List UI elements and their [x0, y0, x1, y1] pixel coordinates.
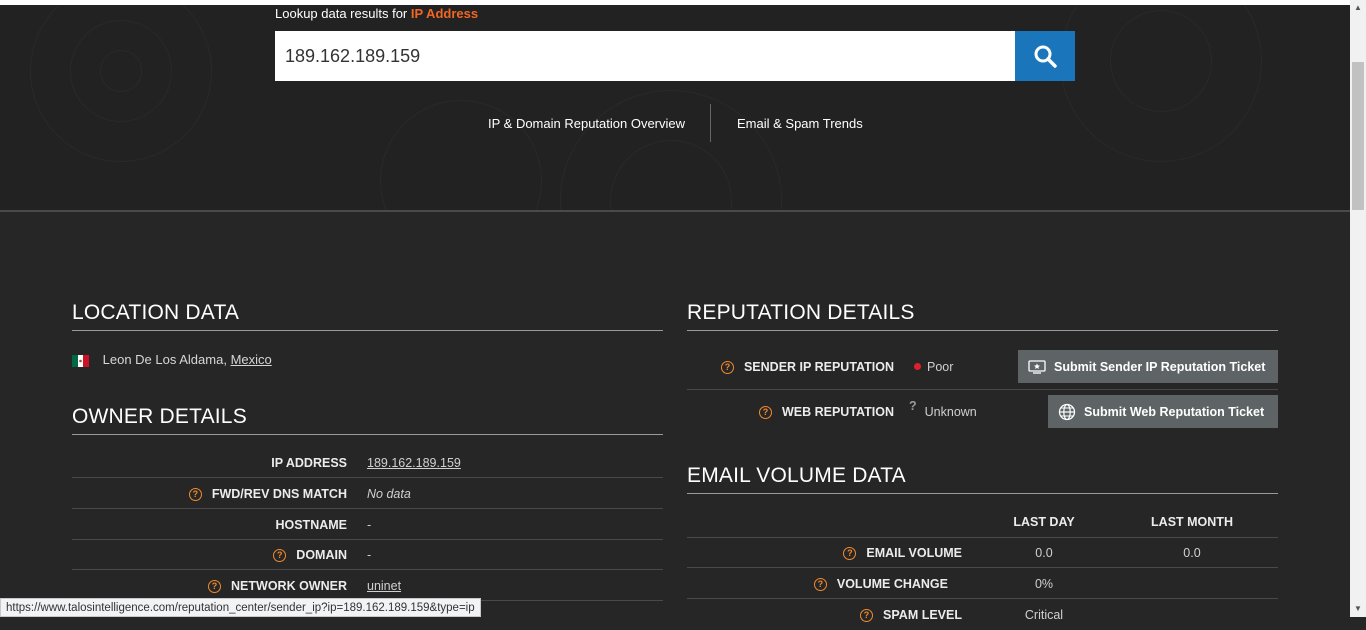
- email-row-volume: ? EMAIL VOLUME 0.0 0.0: [687, 538, 1278, 568]
- scroll-down-arrow-icon[interactable]: ▼: [1350, 601, 1366, 617]
- help-icon[interactable]: ?: [758, 406, 772, 419]
- sender-ip-value: Poor: [927, 360, 954, 374]
- owner-row-ip: IP ADDRESS 189.162.189.159: [72, 448, 663, 478]
- submit-web-ticket-label: Submit Web Reputation Ticket: [1084, 404, 1265, 419]
- owner-row-domain: ? DOMAIN -: [72, 540, 663, 570]
- nav-email-spam-trends[interactable]: Email & Spam Trends: [737, 116, 863, 131]
- submit-sender-ticket-button[interactable]: Submit Sender IP Reputation Ticket: [1018, 350, 1278, 383]
- owner-row-network-owner: ? NETWORK OWNER uninet: [72, 571, 663, 601]
- col-last-day: LAST DAY: [1013, 515, 1075, 529]
- help-icon[interactable]: ?: [188, 488, 202, 501]
- location-row: Leon De Los Aldama, Mexico: [72, 352, 272, 367]
- volume-change-last-day: 0%: [1034, 577, 1054, 591]
- volume-change-label: VOLUME CHANGE: [836, 577, 948, 591]
- scroll-up-arrow-icon[interactable]: ▲: [1350, 0, 1366, 16]
- owner-label-dns: FWD/REV DNS MATCH: [211, 487, 347, 501]
- search-input[interactable]: [275, 31, 1015, 81]
- email-volume-last-day: 0.0: [1035, 546, 1053, 560]
- owner-value-network[interactable]: uninet: [367, 579, 401, 593]
- ticket-icon: [1028, 359, 1046, 374]
- email-volume-label: EMAIL VOLUME: [866, 546, 962, 560]
- email-volume-header: LAST DAY LAST MONTH: [687, 508, 1278, 538]
- globe-icon: [1058, 403, 1076, 420]
- help-icon[interactable]: ?: [860, 609, 874, 622]
- location-city: Leon De Los Aldama,: [102, 352, 227, 367]
- web-reputation-label: WEB REPUTATION: [781, 405, 894, 419]
- owner-row-hostname: HOSTNAME -: [72, 510, 663, 540]
- owner-title: OWNER DETAILS: [72, 405, 663, 435]
- nav-divider: [710, 104, 711, 142]
- email-volume-last-month: 0.0: [1183, 546, 1201, 560]
- email-volume-title: EMAIL VOLUME DATA: [687, 464, 1278, 494]
- lookup-prefix: Lookup data results for: [275, 6, 408, 21]
- reputation-title: REPUTATION DETAILS: [687, 301, 1278, 331]
- owner-value-dns: No data: [367, 487, 411, 501]
- submit-sender-ticket-label: Submit Sender IP Reputation Ticket: [1054, 359, 1266, 374]
- help-icon[interactable]: ?: [813, 578, 827, 591]
- owner-row-dns: ? FWD/REV DNS MATCH No data: [72, 479, 663, 509]
- location-title: LOCATION DATA: [72, 301, 663, 331]
- search-icon: [1034, 45, 1057, 68]
- owner-label-domain: DOMAIN: [296, 548, 347, 562]
- lookup-label: Lookup data results for IP Address: [275, 6, 478, 21]
- lookup-type: IP Address: [410, 6, 479, 21]
- web-reputation-value: Unknown: [924, 405, 977, 419]
- spam-level-label: SPAM LEVEL: [883, 608, 962, 622]
- location-country-link[interactable]: Mexico: [231, 352, 272, 367]
- help-icon[interactable]: ?: [273, 549, 287, 562]
- owner-value-ip[interactable]: 189.162.189.159: [367, 456, 461, 470]
- col-last-month: LAST MONTH: [1151, 515, 1233, 529]
- help-icon[interactable]: ?: [720, 361, 734, 374]
- nav-reputation-overview[interactable]: IP & Domain Reputation Overview: [488, 116, 685, 131]
- search-button[interactable]: [1015, 31, 1075, 81]
- scrollbar-thumb[interactable]: [1352, 62, 1364, 210]
- owner-label-ip: IP ADDRESS: [271, 456, 347, 470]
- spam-level-last-day: Critical: [1024, 608, 1064, 622]
- owner-label-hostname: HOSTNAME: [275, 518, 347, 532]
- owner-value-hostname: -: [367, 518, 372, 532]
- status-bar-url: https://www.talosintelligence.com/reputa…: [0, 598, 481, 617]
- owner-value-domain: -: [367, 548, 372, 562]
- unknown-question-icon: ?: [909, 399, 917, 413]
- help-icon[interactable]: ?: [208, 580, 222, 593]
- owner-label-network: NETWORK OWNER: [231, 579, 347, 593]
- email-row-volume-change: ? VOLUME CHANGE 0%: [687, 569, 1278, 599]
- mexico-flag-icon: [72, 354, 89, 367]
- sender-ip-label: SENDER IP REPUTATION: [743, 360, 894, 374]
- browser-top-edge: [0, 0, 1350, 5]
- poor-status-dot: [914, 363, 921, 370]
- submit-web-ticket-button[interactable]: Submit Web Reputation Ticket: [1048, 395, 1278, 428]
- help-icon[interactable]: ?: [843, 547, 857, 560]
- email-row-spam-level: ? SPAM LEVEL Critical: [687, 600, 1278, 630]
